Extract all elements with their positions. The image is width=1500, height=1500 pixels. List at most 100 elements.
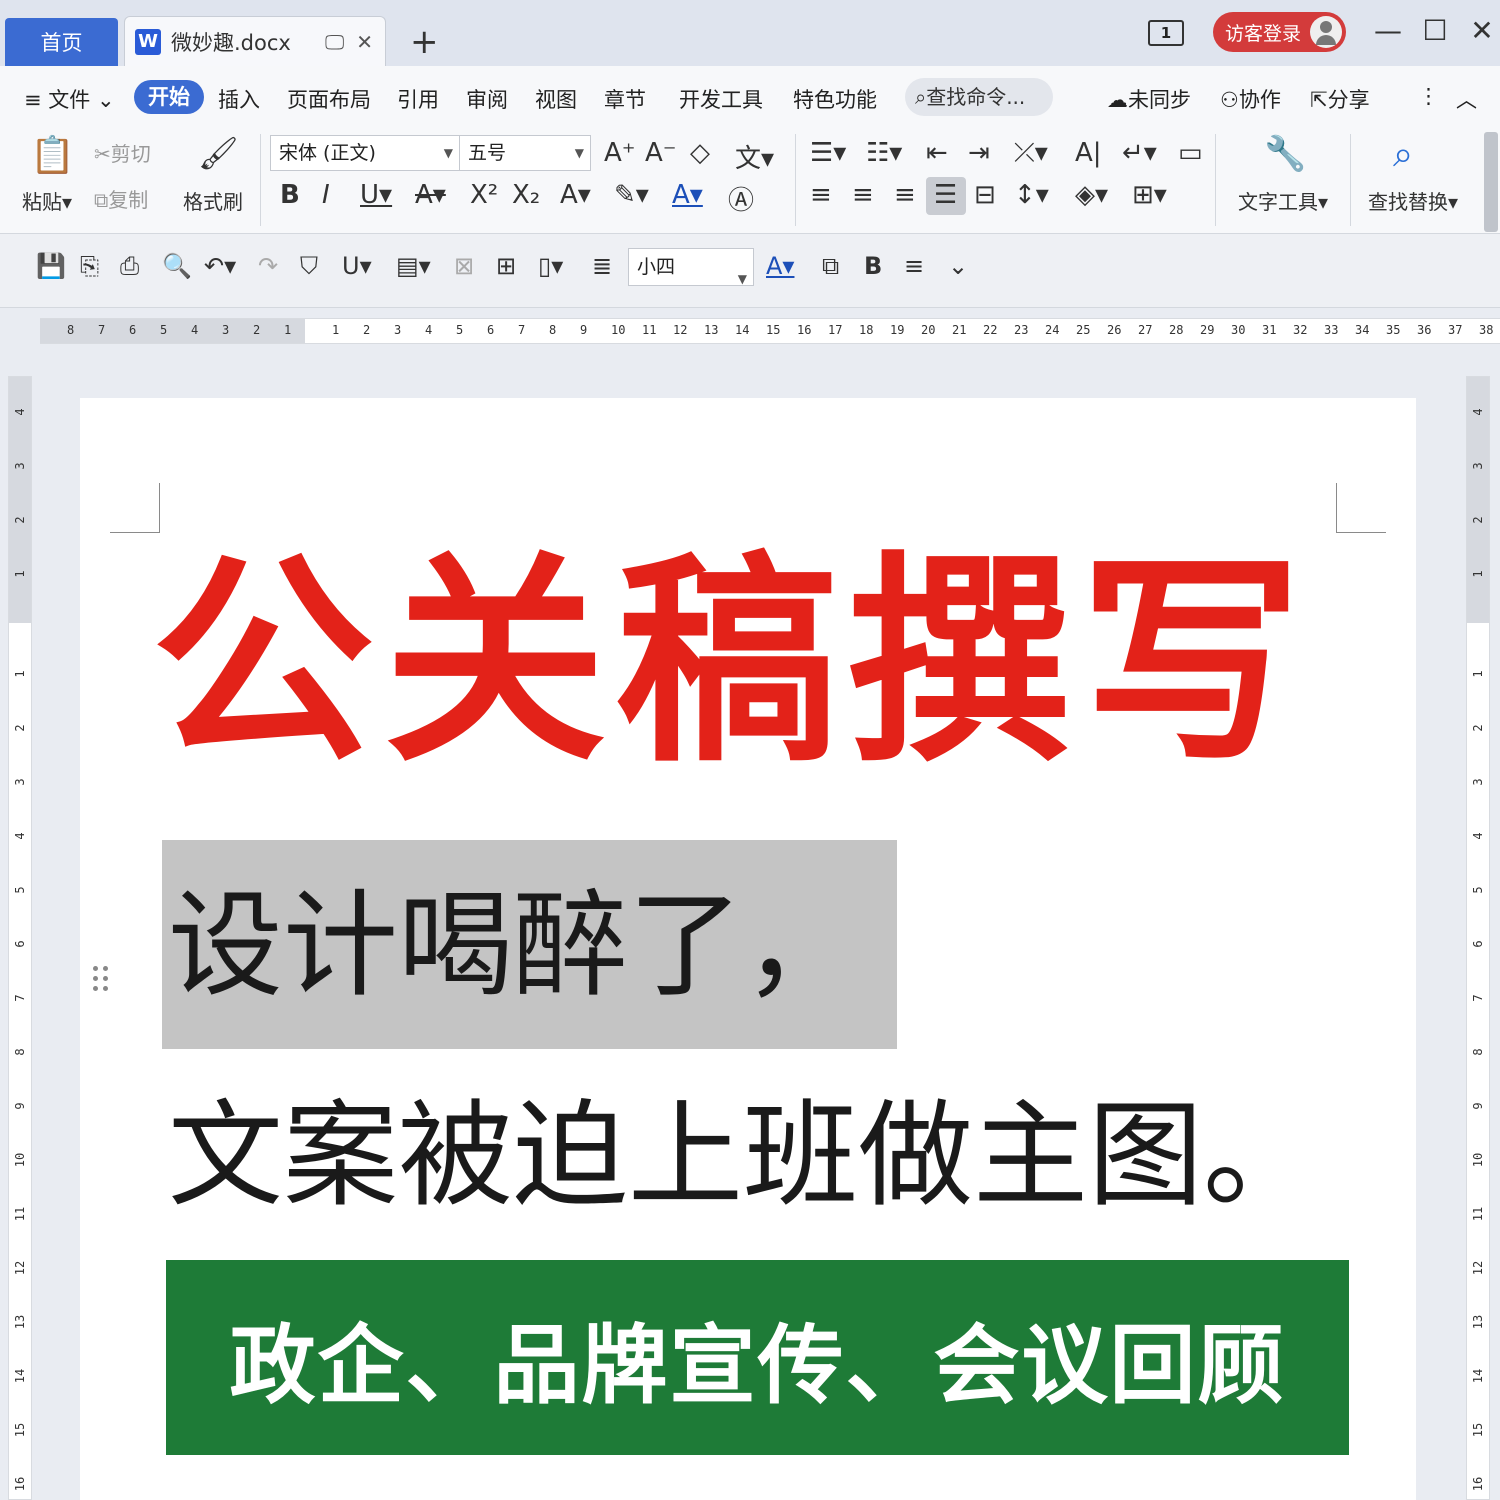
close-window-icon[interactable]: ✕ (1467, 14, 1497, 47)
bullet-list-icon[interactable]: ☰▾ (810, 138, 846, 168)
sync-status[interactable]: ☁未同步 (1107, 84, 1191, 114)
highlight-icon[interactable]: ✎▾ (614, 180, 649, 210)
print-preview-icon[interactable]: 🔍 (162, 252, 192, 280)
document-line-1[interactable]: 设计喝醉了， (168, 876, 858, 1016)
menu-special[interactable]: 特色功能 (793, 84, 877, 114)
align-right-icon[interactable]: ≡ (894, 180, 916, 210)
collapse-ribbon-icon[interactable]: ︿ (1456, 84, 1477, 114)
italic-icon[interactable]: I (322, 180, 330, 210)
quick-font-size-select[interactable]: 小四 ▼ (628, 248, 754, 286)
paragraph-icon[interactable]: ≣ (592, 252, 612, 280)
print-icon[interactable]: ⎙ (120, 252, 139, 280)
phonetic-guide-icon[interactable]: 文▾ (735, 138, 774, 175)
format-painter-icon[interactable]: 🖌 (198, 134, 239, 172)
more-options-icon[interactable]: ⋮ (1418, 84, 1439, 108)
menu-view[interactable]: 视图 (535, 84, 577, 114)
horizontal-ruler[interactable]: 8 7 6 5 4 3 2 1 1 2 3 4 5 6 7 8 9 10 11 12 13 14 15 16 17 18 19 20 2… (40, 318, 1500, 344)
document-banner[interactable]: 政企、品牌宣传、会议回顾 (166, 1260, 1349, 1455)
strikethrough-icon[interactable]: A▾ (415, 180, 446, 210)
decrease-indent-icon[interactable]: ⇤ (926, 138, 948, 168)
quick-align-icon[interactable]: ≡ (904, 252, 924, 280)
font-color-icon[interactable]: A▾ (672, 180, 703, 210)
wrench-icon[interactable]: 🔧 (1264, 134, 1306, 174)
pin-tab-icon[interactable]: 🖵 (325, 30, 344, 54)
save-icon[interactable]: 💾 (36, 252, 66, 280)
document-page[interactable]: 公关稿撰写 设计喝醉了， 文案被迫上班做主图。 政企、品牌宣传、会议回顾 (80, 398, 1416, 1500)
subscript-icon[interactable]: X₂ (512, 180, 540, 210)
export-pdf-icon[interactable]: ⎘ (80, 252, 99, 280)
window-layout-icon[interactable]: 1 (1148, 20, 1184, 46)
ruler-tick-label: 3 (222, 323, 230, 337)
font-name-select[interactable]: 宋体 (正文) ▼ (270, 135, 460, 171)
ruler-tick-label: 10 (13, 1152, 27, 1168)
ribbon-scroll-handle[interactable] (1484, 132, 1498, 232)
find-replace-icon[interactable]: ⌕ (1393, 134, 1413, 176)
menu-references[interactable]: 引用 (397, 84, 439, 114)
paste-icon[interactable]: 📋 (30, 134, 75, 176)
maximize-icon[interactable]: ☐ (1420, 14, 1450, 47)
font-size-select[interactable]: 五号 ▼ (459, 135, 591, 171)
track-changes-icon[interactable]: ⊠ (454, 252, 474, 280)
align-justify-icon[interactable]: ☰ (934, 180, 957, 210)
format-brush-icon[interactable]: ⛉ (300, 252, 318, 280)
show-marks-icon[interactable]: ↵▾ (1122, 138, 1157, 168)
borders-icon[interactable]: ⊞▾ (1132, 180, 1167, 210)
underline-icon[interactable]: U▾ (360, 180, 392, 210)
menu-file[interactable]: ≡ 文件 ⌄ (24, 84, 115, 114)
format-painter-button[interactable]: 格式刷 (183, 186, 243, 215)
vertical-ruler-left[interactable]: 4 3 2 1 1 2 3 4 5 6 7 8 9 10 11 12 13 14 15 16 (8, 376, 32, 1500)
customize-toolbar-icon[interactable]: ⌄ (948, 252, 968, 280)
underline-quick-icon[interactable]: U▾ (342, 252, 372, 280)
shading-icon[interactable]: ◈▾ (1075, 180, 1108, 210)
align-center-icon[interactable]: ≡ (852, 180, 874, 210)
quick-font-color-icon[interactable]: A▾ (766, 252, 794, 280)
distributed-align-icon[interactable]: ⊟ (974, 180, 996, 210)
visitor-login-button[interactable]: 访客登录 (1213, 12, 1346, 52)
menu-page-layout[interactable]: 页面布局 (287, 84, 371, 114)
quick-copy-icon[interactable]: ⧉ (822, 252, 839, 280)
document-line-2[interactable]: 文案被迫上班做主图。 (168, 1086, 1318, 1226)
tab-document[interactable]: W 微妙趣.docx 🖵 ✕ (124, 16, 386, 66)
close-tab-icon[interactable]: ✕ (356, 30, 373, 54)
redo-icon[interactable]: ↷ (258, 252, 278, 280)
paragraph-drag-handle-icon[interactable] (93, 966, 113, 1000)
numbered-list-icon[interactable]: ☷▾ (866, 138, 902, 168)
line-spacing-icon[interactable]: ↕▾ (1014, 180, 1049, 210)
text-effect-icon[interactable]: A▾ (560, 180, 591, 210)
tab-home[interactable]: 首页 (5, 18, 118, 66)
quick-bold-icon[interactable]: B (864, 252, 882, 280)
undo-icon[interactable]: ↶▾ (204, 252, 236, 280)
text-direction-icon[interactable]: A| (1075, 138, 1102, 168)
minimize-icon[interactable]: — (1373, 14, 1403, 47)
table-icon[interactable]: ⊞ (496, 252, 516, 280)
grow-font-icon[interactable]: A⁺ (604, 138, 636, 168)
search-command-input[interactable]: ⌕查找命令... (905, 78, 1053, 116)
increase-indent-icon[interactable]: ⇥ (968, 138, 990, 168)
menu-review[interactable]: 审阅 (466, 84, 508, 114)
find-replace-button[interactable]: 查找替换▾ (1368, 186, 1458, 215)
clear-format-icon[interactable]: ◇ (690, 138, 710, 168)
text-tools-button[interactable]: 文字工具▾ (1238, 186, 1328, 215)
paste-button[interactable]: 粘贴▾ (22, 186, 72, 215)
align-left-icon[interactable]: ≡ (810, 180, 832, 210)
superscript-icon[interactable]: X² (470, 180, 498, 210)
ruler-tick-label: 19 (890, 323, 905, 337)
ruler-toggle-icon[interactable]: ▭ (1178, 138, 1203, 168)
char-border-icon[interactable]: Ⓐ (728, 180, 754, 217)
menu-insert[interactable]: 插入 (218, 84, 260, 114)
cut-button[interactable]: ✂剪切 (94, 138, 151, 167)
menu-chapter[interactable]: 章节 (604, 84, 646, 114)
menu-developer[interactable]: 开发工具 (679, 84, 763, 114)
new-tab-button[interactable]: + (410, 22, 439, 62)
shrink-font-icon[interactable]: A⁻ (645, 138, 677, 168)
menu-home[interactable]: 开始 (134, 80, 204, 114)
document-headline[interactable]: 公关稿撰写 (152, 533, 1352, 793)
paste-special-icon[interactable]: ▤▾ (396, 252, 431, 280)
copy-button[interactable]: ⧉复制 (94, 184, 148, 213)
chinese-layout-icon[interactable]: ⤫▾ (1014, 138, 1048, 169)
share-button[interactable]: ⇱分享 (1310, 84, 1370, 114)
collaborate-button[interactable]: ⚇协作 (1220, 84, 1281, 114)
bold-icon[interactable]: B (280, 180, 300, 210)
vertical-ruler-right[interactable]: 4 3 2 1 1 2 3 4 5 6 7 8 9 10 11 12 13 14 15 16 (1466, 376, 1490, 1500)
page-icon[interactable]: ▯▾ (538, 252, 563, 280)
